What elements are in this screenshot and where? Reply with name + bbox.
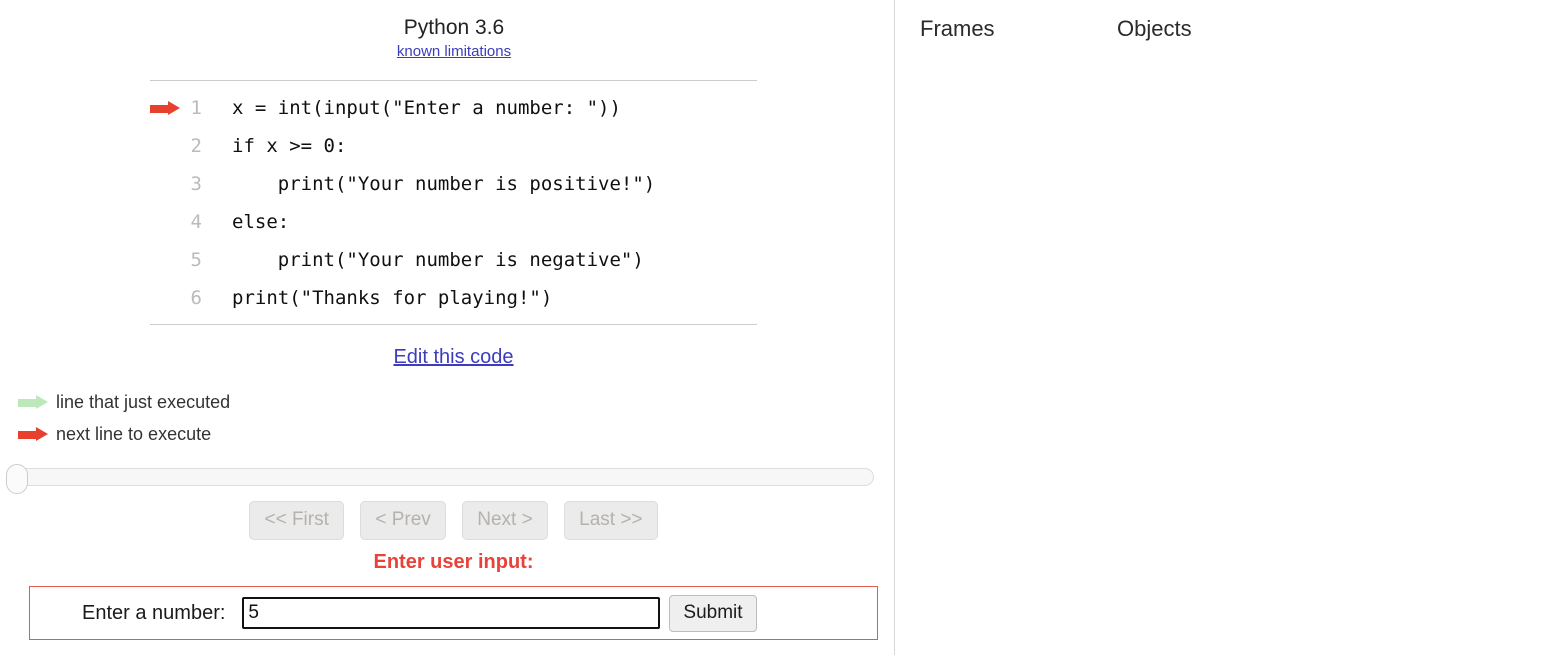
slider-handle[interactable] [6,464,28,494]
code-line: 3 print("Your number is positive!") [150,165,757,203]
prev-step-button[interactable]: < Prev [360,501,446,540]
code-line: 6 print("Thanks for playing!") [150,279,757,317]
user-input-label: Enter a number: [82,601,226,624]
arrow-head [36,395,48,409]
line-number: 3 [190,173,202,195]
slider-track[interactable] [8,468,874,486]
edit-this-code-link[interactable]: Edit this code [150,346,757,369]
line-number: 4 [190,211,202,233]
code-line-text: if x >= 0: [232,135,347,157]
execution-legend: line that just executed next line to exe… [16,386,230,450]
arrow-shaft [18,399,38,407]
legend-label-next: next line to execute [56,424,212,444]
user-input-prompt: Enter user input: [373,551,534,573]
execution-arrow-cell [148,89,184,127]
legend-row-executed: line that just executed [16,386,230,418]
line-number: 5 [190,249,202,271]
code-line: 1 x = int(input("Enter a number: ")) [150,89,757,127]
execution-arrow-cell [148,279,184,317]
python-version-label: Python 3.6 [403,16,505,39]
execution-arrow-cell [148,241,184,279]
line-number: 1 [190,97,202,119]
version-header: Python 3.6 known limitations [150,14,758,63]
execution-arrow-cell [148,127,184,165]
user-input-panel: Enter a number: Submit [29,586,878,640]
user-input-field[interactable] [242,597,661,629]
user-input-row: Enter a number: Submit [30,587,877,639]
code-line-text: else: [232,211,290,233]
line-number: 6 [190,287,202,309]
known-limitations-link[interactable]: known limitations [397,41,511,63]
code-block: 1 x = int(input("Enter a number: ")) 2 i… [150,80,757,325]
code-line: 4 else: [150,203,757,241]
visualization-panel: Frames Objects [895,0,1564,655]
code-line-text: print("Thanks for playing!") [232,287,553,309]
legend-label-executed: line that just executed [56,392,231,412]
arrow-shaft [18,431,38,439]
frames-heading: Frames [920,16,995,41]
code-line-text: print("Your number is positive!") [232,173,656,195]
code-line: 5 print("Your number is negative") [150,241,757,279]
arrow-shaft [150,105,170,113]
line-number: 2 [190,135,202,157]
code-panel: Python 3.6 known limitations 1 x = int(i… [0,0,894,655]
next-line-arrow-icon [150,101,180,116]
next-line-arrow-icon [18,427,48,442]
code-line-text: print("Your number is negative") [232,249,644,271]
step-navigation-buttons: << First < Prev Next > Last >> [150,501,757,540]
first-step-button[interactable]: << First [249,501,344,540]
execution-arrow-cell [148,165,184,203]
code-line-text: x = int(input("Enter a number: ")) [232,97,621,119]
legend-row-next: next line to execute [16,418,230,450]
code-line: 2 if x >= 0: [150,127,757,165]
objects-heading: Objects [1117,16,1192,41]
arrow-head [36,427,48,441]
execution-arrow-cell [148,203,184,241]
next-step-button[interactable]: Next > [462,501,548,540]
executed-line-arrow-icon [18,395,48,410]
last-step-button[interactable]: Last >> [564,501,658,540]
execution-step-slider[interactable] [6,464,876,494]
submit-button[interactable]: Submit [669,594,757,632]
arrow-head [168,101,180,115]
